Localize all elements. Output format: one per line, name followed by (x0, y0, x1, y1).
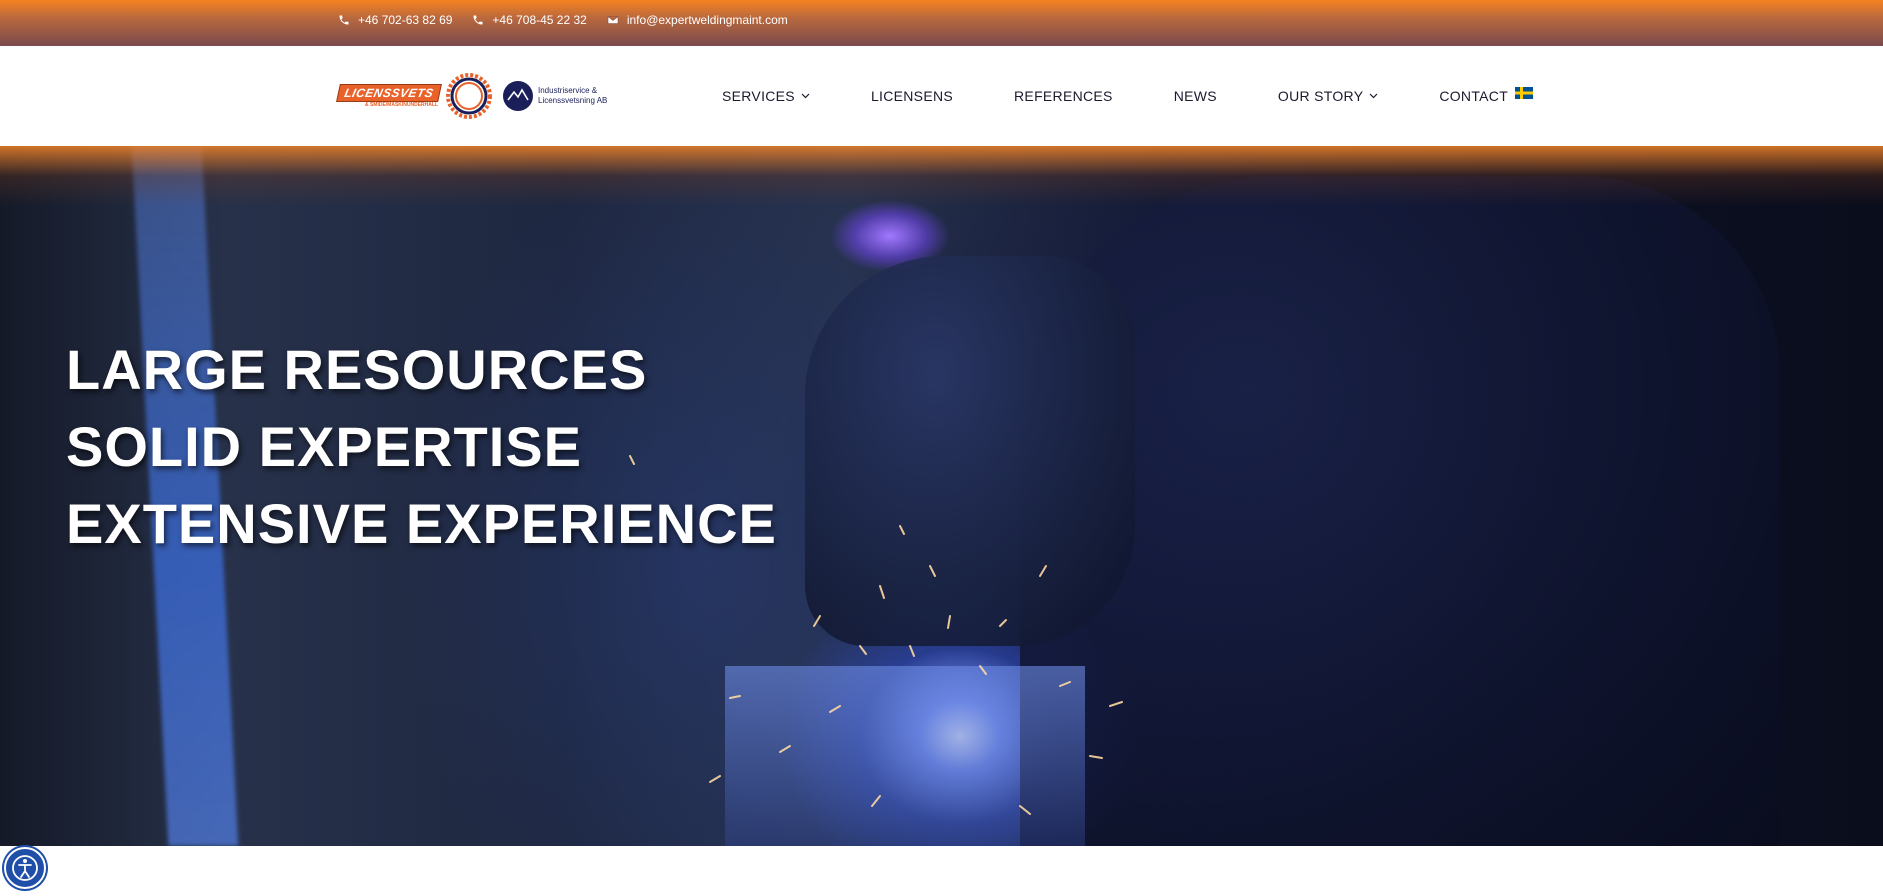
site-header: LICENSSVETS & SMIDE/MASKINUNDERHÅLL Indu… (0, 46, 1883, 146)
hero-banner: LARGE RESOURCES SOLID EXPERTISE EXTENSIV… (0, 146, 1883, 846)
contact-list: +46 702-63 82 69 +46 708-45 22 32 info@e… (338, 0, 788, 40)
nav-item-label: SERVICES (722, 88, 795, 104)
chevron-down-icon (801, 93, 810, 99)
chevron-down-icon (1369, 93, 1378, 99)
accessibility-icon (12, 855, 38, 881)
hero-top-fade (0, 146, 1883, 206)
hero-headline: LARGE RESOURCES SOLID EXPERTISE EXTENSIV… (66, 331, 777, 562)
industriservice-emblem-icon (503, 81, 533, 111)
nav-item-references[interactable]: REFERENCES (1014, 88, 1113, 104)
phone-1-text: +46 702-63 82 69 (358, 13, 453, 27)
contact-phone-2[interactable]: +46 708-45 22 32 (472, 13, 587, 27)
nav-item-our-story[interactable]: OUR STORY (1278, 88, 1378, 104)
envelope-icon (607, 16, 619, 24)
phone-icon (473, 15, 483, 25)
swedish-flag-icon[interactable] (1515, 87, 1533, 99)
top-contact-bar: +46 702-63 82 69 +46 708-45 22 32 info@e… (0, 0, 1883, 46)
nav-item-label: REFERENCES (1014, 88, 1113, 104)
nav-item-services[interactable]: SERVICES (722, 88, 810, 104)
phone-icon (339, 15, 349, 25)
main-navigation: SERVICES LICENSENS REFERENCES NEWS OUR S… (722, 46, 1508, 146)
contact-phone-1[interactable]: +46 702-63 82 69 (338, 13, 452, 27)
nav-item-label: CONTACT (1439, 88, 1509, 104)
nav-item-news[interactable]: NEWS (1174, 88, 1217, 104)
phone-2-text: +46 708-45 22 32 (492, 13, 587, 27)
email-text: info@expertweldingmaint.com (626, 13, 788, 27)
nav-item-licensens[interactable]: LICENSENS (871, 88, 953, 104)
nav-item-label: NEWS (1173, 88, 1217, 104)
industriservice-logo[interactable]: Industriservice & Licenssvetsning AB (502, 80, 608, 112)
brand-logos[interactable]: LICENSSVETS & SMIDE/MASKINUNDERHÅLL Indu… (336, 72, 608, 120)
hero-line-1: LARGE RESOURCES (66, 338, 648, 401)
contact-email[interactable]: info@expertweldingmaint.com (607, 13, 788, 27)
licenssvets-logo[interactable]: LICENSSVETS & SMIDE/MASKINUNDERHÅLL (336, 82, 442, 110)
nav-item-contact[interactable]: CONTACT (1439, 88, 1508, 104)
licenssvets-logo-text: LICENSSVETS (336, 84, 442, 102)
hero-line-2: SOLID EXPERTISE (66, 415, 582, 478)
hero-line-3: EXTENSIVE EXPERIENCE (66, 492, 777, 555)
nav-item-label: LICENSENS (870, 88, 954, 104)
accessibility-button[interactable] (4, 847, 46, 889)
industriservice-logo-text: Industriservice & Licenssvetsning AB (538, 86, 608, 105)
nav-item-label: OUR STORY (1277, 88, 1364, 104)
licenssvets-logo-subtext: & SMIDE/MASKINUNDERHÅLL (364, 102, 438, 108)
gear-logo-icon (446, 73, 492, 119)
